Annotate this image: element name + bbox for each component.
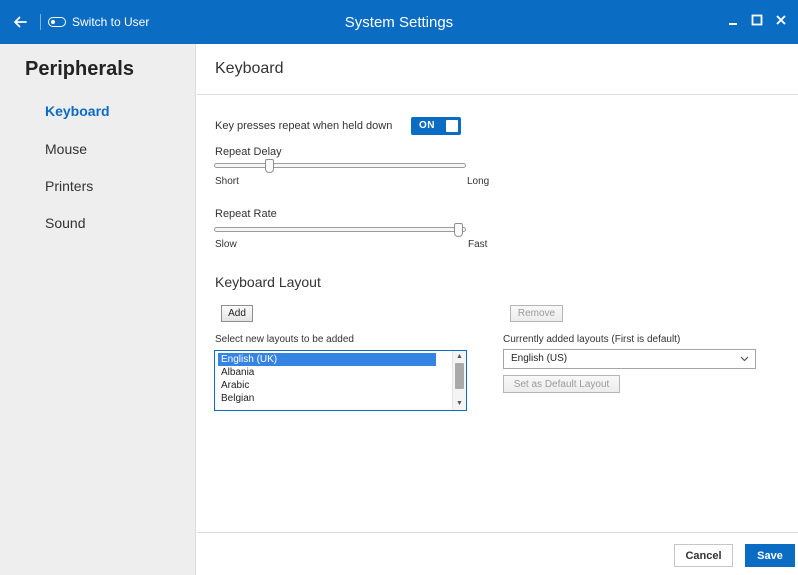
repeat-delay-label: Repeat Delay (215, 146, 282, 158)
repeat-rate-max-label: Fast (468, 239, 488, 250)
window-controls (724, 10, 790, 30)
repeat-rate-slider-handle[interactable] (453, 223, 463, 237)
scroll-down-icon[interactable]: ▼ (453, 399, 466, 409)
set-default-layout-button[interactable]: Set as Default Layout (503, 375, 620, 393)
footer-divider (197, 532, 798, 533)
repeat-toggle[interactable]: ON (411, 117, 461, 135)
repeat-rate-label: Repeat Rate (215, 208, 277, 220)
page-title: Keyboard (215, 60, 284, 77)
cancel-button[interactable]: Cancel (674, 544, 733, 567)
title-bar: Switch to User System Settings (0, 0, 798, 44)
sidebar-item-printers[interactable]: Printers (45, 178, 93, 194)
list-item[interactable]: English (UK) (218, 353, 436, 366)
sidebar-item-keyboard[interactable]: Keyboard (45, 103, 110, 119)
repeat-delay-slider-handle[interactable] (264, 159, 274, 173)
list-item[interactable]: Arabic (218, 379, 436, 392)
current-layouts-select[interactable]: English (US) (503, 349, 756, 369)
close-icon[interactable] (772, 10, 790, 30)
repeat-toggle-label: ON (419, 120, 435, 131)
scrollbar-thumb[interactable] (455, 363, 464, 389)
sidebar-item-mouse[interactable]: Mouse (45, 141, 87, 157)
back-arrow-icon[interactable] (10, 12, 30, 32)
sidebar-item-sound[interactable]: Sound (45, 215, 85, 231)
repeat-delay-max-label: Long (467, 176, 490, 187)
repeat-delay-slider-track[interactable] (214, 163, 466, 168)
switch-to-user-label: Switch to User (72, 15, 150, 29)
repeat-delay-min-label: Short (215, 176, 239, 187)
repeat-rate-slider-track[interactable] (214, 227, 466, 232)
save-button[interactable]: Save (745, 544, 795, 567)
sidebar: Peripherals Keyboard Mouse Printers Soun… (0, 44, 196, 575)
chevron-down-icon (740, 351, 749, 373)
new-layouts-listbox[interactable]: English (UK) Albania Arabic Belgian ▲ ▼ (214, 350, 467, 411)
current-layout-value: English (US) (511, 353, 568, 364)
current-layouts-label: Currently added layouts (First is defaul… (503, 334, 681, 345)
switch-to-user-button[interactable]: Switch to User (48, 12, 149, 32)
main-content: Keyboard Key presses repeat when held do… (197, 44, 798, 575)
repeat-rate-min-label: Slow (215, 239, 237, 250)
minimize-icon[interactable] (724, 10, 742, 30)
listbox-scrollbar[interactable]: ▲ ▼ (452, 351, 466, 410)
list-item[interactable]: Belgian (218, 392, 436, 405)
remove-layout-button[interactable]: Remove (510, 305, 563, 322)
new-layouts-label: Select new layouts to be added (215, 334, 354, 345)
maximize-icon[interactable] (748, 10, 766, 30)
repeat-toggle-knob (446, 120, 458, 132)
toggle-icon (48, 17, 66, 27)
list-item[interactable]: Albania (218, 366, 436, 379)
keyboard-layout-title: Keyboard Layout (215, 274, 321, 290)
title-bar-separator (40, 14, 41, 30)
header-divider (197, 94, 798, 95)
add-layout-button[interactable]: Add (221, 305, 253, 322)
repeat-label: Key presses repeat when held down (215, 120, 393, 132)
sidebar-title: Peripherals (25, 58, 134, 80)
scroll-up-icon[interactable]: ▲ (453, 352, 466, 362)
